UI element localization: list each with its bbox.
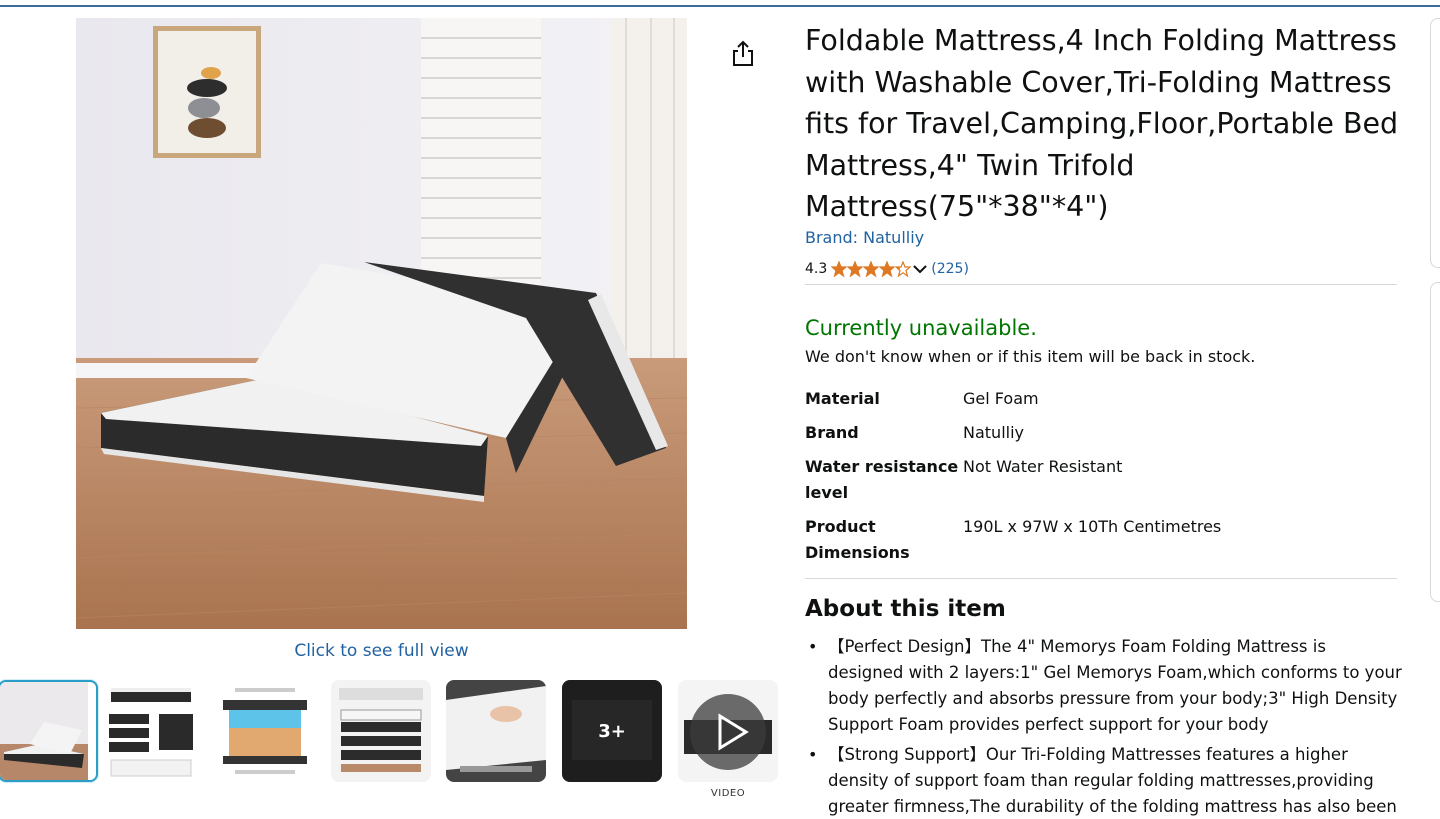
spec-row: Material Gel Foam (805, 386, 1397, 420)
rating-row: 4.3 (225) (805, 258, 969, 280)
star-icon (847, 261, 864, 277)
chevron-down-icon[interactable] (913, 264, 927, 274)
thumbnail-video[interactable] (678, 680, 778, 782)
share-icon (733, 40, 753, 66)
thumbnail-more-images[interactable]: 3+ (562, 680, 662, 782)
spec-key: Product Dimensions (805, 517, 910, 562)
divider (805, 284, 1397, 285)
about-bullet: 【Perfect Design】The 4" Memorys Foam Fold… (805, 634, 1405, 738)
thumbnail-size-chart[interactable] (331, 680, 431, 782)
spec-value: 190L x 97W x 10Th Centimetres (963, 517, 1222, 536)
divider (805, 578, 1397, 579)
review-count-link[interactable]: (225) (931, 261, 969, 277)
product-title: Foldable Mattress,4 Inch Folding Mattres… (805, 24, 1399, 223)
thumbnail-folded-mattress[interactable] (0, 680, 98, 782)
brand-link[interactable]: Brand: Natulliy (805, 228, 924, 247)
spec-row: Product Dimensions 190L x 97W x 10Th Cen… (805, 514, 1397, 572)
star-icon (895, 261, 912, 277)
full-view-link[interactable]: Click to see full view (76, 641, 687, 661)
spec-key: Material (805, 389, 880, 408)
star-icon (863, 261, 880, 277)
about-bullet-list: 【Perfect Design】The 4" Memorys Foam Fold… (805, 634, 1405, 819)
top-rule (0, 5, 1440, 7)
product-specs-table: Material Gel Foam Brand Natulliy Water r… (805, 386, 1397, 572)
availability-status: Currently unavailable. (805, 316, 1037, 340)
star-icon (879, 261, 896, 277)
side-panel-edge (1430, 282, 1440, 602)
thumbnail-foam-layers-diagram[interactable] (215, 680, 315, 782)
video-caption: VIDEO (710, 788, 746, 799)
star-rating[interactable] (831, 261, 912, 277)
more-images-count: 3+ (562, 680, 662, 782)
spec-value: Gel Foam (963, 389, 1039, 408)
thumbnail-hand-pressing-foam[interactable] (446, 680, 546, 782)
spec-value: Not Water Resistant (963, 457, 1123, 476)
availability-note: We don't know when or if this item will … (805, 347, 1256, 366)
rating-value: 4.3 (805, 261, 828, 277)
about-heading: About this item (805, 596, 1006, 622)
buy-box-edge (1430, 18, 1440, 268)
spec-key: Water resistance level (805, 457, 959, 502)
main-product-image[interactable] (76, 18, 687, 629)
spec-row: Brand Natulliy (805, 420, 1397, 454)
thumbnail-folded-layers[interactable] (99, 680, 199, 782)
share-button[interactable] (728, 38, 758, 70)
about-bullet: 【Strong Support】Our Tri-Folding Mattress… (805, 742, 1405, 819)
spec-value: Natulliy (963, 423, 1024, 442)
spec-row: Water resistance level Not Water Resista… (805, 454, 1397, 514)
spec-key: Brand (805, 423, 859, 442)
star-icon (831, 261, 848, 277)
